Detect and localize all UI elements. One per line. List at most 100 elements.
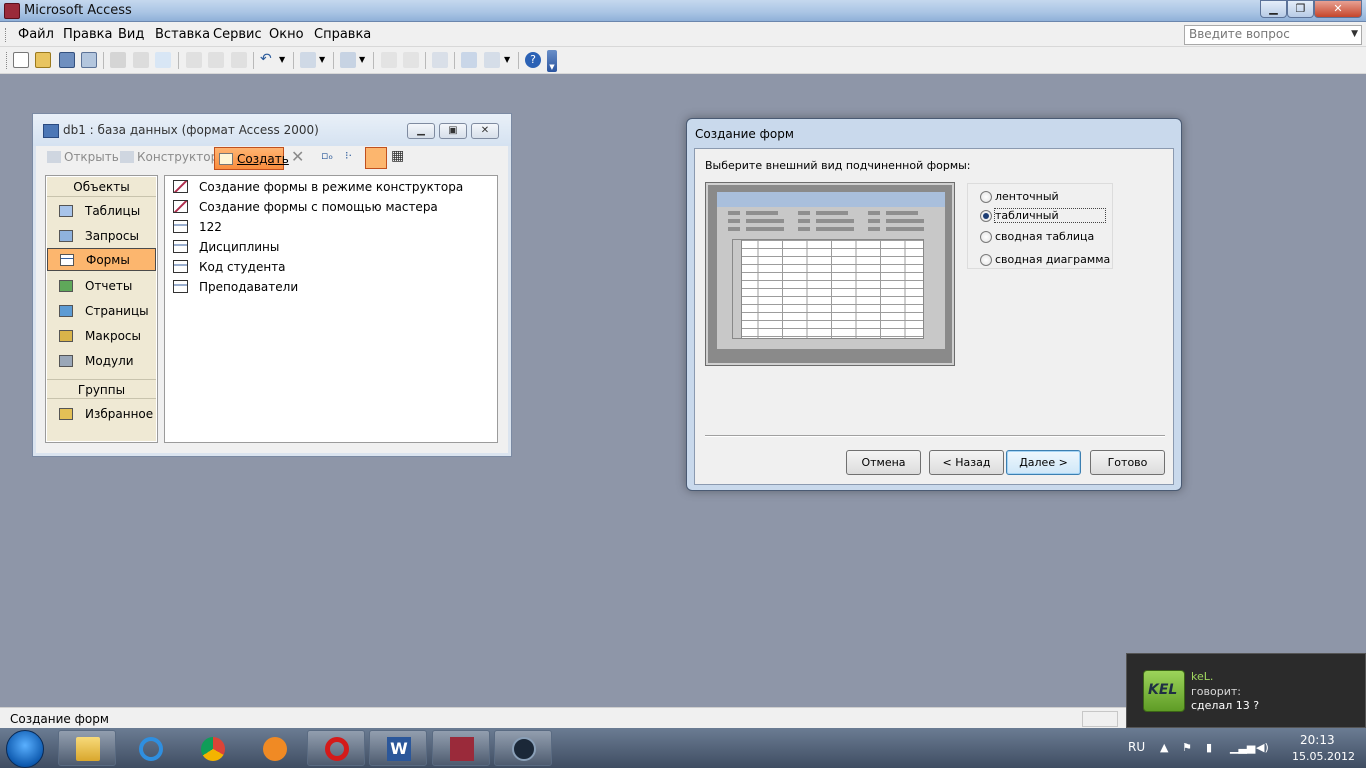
new-file-icon[interactable] [13, 52, 29, 68]
object-queries[interactable]: Запросы [47, 225, 156, 248]
open-folder-icon[interactable] [35, 52, 51, 68]
preview-field [746, 227, 784, 231]
objects-pane: Объекты Таблицы Запросы Формы Отчеты Стр… [45, 175, 158, 443]
spelling-icon[interactable] [155, 52, 171, 68]
toolbar-options-icon[interactable]: ▼ [547, 50, 557, 72]
list-item-form-wizard[interactable]: Создание формы с помощью мастера [169, 197, 438, 217]
cut-icon[interactable] [186, 52, 202, 68]
show-hidden-icons-icon[interactable]: ▲ [1160, 741, 1172, 754]
taskbar-word[interactable]: W [369, 730, 427, 766]
menu-file[interactable]: Файл [18, 27, 54, 42]
status-text: Создание форм [10, 712, 109, 726]
list-view-icon[interactable] [365, 147, 387, 169]
code-icon[interactable] [381, 52, 397, 68]
objects-header[interactable]: Объекты [47, 177, 156, 197]
db-maximize-button[interactable]: ▣ [439, 123, 467, 139]
start-button[interactable] [6, 730, 44, 768]
query-icon [59, 230, 73, 242]
minimize-button[interactable]: ▁ [1260, 0, 1287, 18]
large-icons-icon[interactable]: ▫ₒ [321, 149, 333, 162]
taskbar-media-player[interactable] [245, 730, 303, 766]
object-reports[interactable]: Отчеты [47, 275, 156, 298]
cancel-button[interactable]: Отмена [846, 450, 921, 475]
delete-icon[interactable]: ✕ [291, 147, 304, 166]
close-button[interactable]: ✕ [1314, 0, 1362, 18]
paste-icon[interactable] [231, 52, 247, 68]
groups-header[interactable]: Группы [47, 379, 156, 399]
chevron-down-icon[interactable]: ▼ [1351, 29, 1358, 39]
menu-insert[interactable]: Вставка [155, 27, 210, 42]
analyze-icon[interactable] [340, 52, 356, 68]
office-links-icon[interactable] [300, 52, 316, 68]
language-indicator[interactable]: RU [1128, 740, 1145, 754]
finish-button[interactable]: Готово [1090, 450, 1165, 475]
menu-view[interactable]: Вид [118, 27, 144, 42]
small-icons-icon[interactable]: ⁝· [345, 149, 352, 162]
access-app-icon[interactable] [4, 3, 20, 19]
object-pages[interactable]: Страницы [47, 300, 156, 323]
volume-icon[interactable]: ◀) [1256, 741, 1269, 754]
maximize-button[interactable]: ❐ [1287, 0, 1314, 18]
clock-date[interactable]: 15.05.2012 [1292, 750, 1355, 763]
object-list: Создание формы в режиме конструктора Соз… [164, 175, 498, 443]
clock-time[interactable]: 20:13 [1300, 733, 1335, 747]
network-signal-icon[interactable]: ▁▃▅ [1230, 741, 1255, 754]
script-editor-icon[interactable] [403, 52, 419, 68]
wizard-title[interactable]: Создание форм [695, 127, 794, 141]
save-icon[interactable] [59, 52, 75, 68]
object-macros[interactable]: Макросы [47, 325, 156, 348]
open-object-button[interactable]: Открыть [47, 150, 119, 164]
taskbar-opera[interactable] [307, 730, 365, 766]
back-button[interactable]: < Назад [929, 450, 1004, 475]
list-item-design-form[interactable]: Создание формы в режиме конструктора [169, 177, 463, 197]
list-item-form[interactable]: Код студента [169, 257, 286, 277]
list-item-form[interactable]: Дисциплины [169, 237, 279, 257]
db-close-button[interactable]: ✕ [471, 123, 499, 139]
menu-tools[interactable]: Сервис [213, 27, 262, 42]
taskbar-access[interactable] [432, 730, 490, 766]
radio-button-checked[interactable] [980, 210, 992, 222]
print-preview-icon[interactable] [133, 52, 149, 68]
power-icon[interactable]: ▮ [1206, 741, 1218, 754]
option-label: сводная таблица [995, 230, 1095, 243]
list-item-form[interactable]: Преподаватели [169, 277, 298, 297]
menu-help[interactable]: Справка [314, 27, 371, 42]
details-view-icon[interactable]: ▦ [391, 148, 404, 164]
help-icon[interactable]: ? [525, 52, 541, 68]
radio-button[interactable] [980, 254, 992, 266]
database-window-titlebar[interactable]: db1 : база данных (формат Access 2000) ▁… [33, 114, 511, 146]
taskbar-explorer[interactable] [58, 730, 116, 766]
group-favorites[interactable]: Избранное [47, 403, 156, 426]
object-tables[interactable]: Таблицы [47, 200, 156, 223]
radio-button[interactable] [980, 191, 992, 203]
undo-icon[interactable]: ↶ [260, 52, 276, 68]
taskbar-chrome[interactable] [183, 730, 241, 766]
steam-chat-notification[interactable]: KEL keL. говорит: сделал 13 ? [1126, 653, 1366, 728]
print-icon[interactable] [110, 52, 126, 68]
file-search-icon[interactable] [81, 52, 97, 68]
toolbar-grip[interactable] [6, 52, 8, 69]
next-button[interactable]: Далее > [1006, 450, 1081, 475]
db-minimize-button[interactable]: ▁ [407, 123, 435, 139]
copy-icon[interactable] [208, 52, 224, 68]
design-wizard-icon [173, 180, 188, 193]
relationships-icon[interactable] [461, 52, 477, 68]
object-modules[interactable]: Модули [47, 350, 156, 373]
action-center-flag-icon[interactable]: ⚑ [1182, 741, 1194, 754]
list-item-form[interactable]: 122 [169, 217, 222, 237]
radio-button[interactable] [980, 231, 992, 243]
chrome-icon [201, 737, 225, 761]
help-search-input[interactable]: Введите вопрос ▼ [1184, 25, 1362, 45]
object-forms[interactable]: Формы [47, 248, 156, 271]
create-button[interactable]: Создать [214, 147, 289, 170]
design-view-button[interactable]: Конструктор [120, 150, 218, 164]
properties-icon[interactable] [432, 52, 448, 68]
steam-icon [512, 737, 536, 761]
taskbar-ie[interactable] [121, 730, 179, 766]
new-object-icon[interactable] [484, 52, 500, 68]
taskbar-steam[interactable] [494, 730, 552, 766]
wizard-body: Выберите внешний вид подчиненной формы: [694, 148, 1174, 485]
menu-edit[interactable]: Правка [63, 27, 112, 42]
menu-window[interactable]: Окно [269, 27, 304, 42]
menu-grip[interactable] [5, 28, 8, 42]
